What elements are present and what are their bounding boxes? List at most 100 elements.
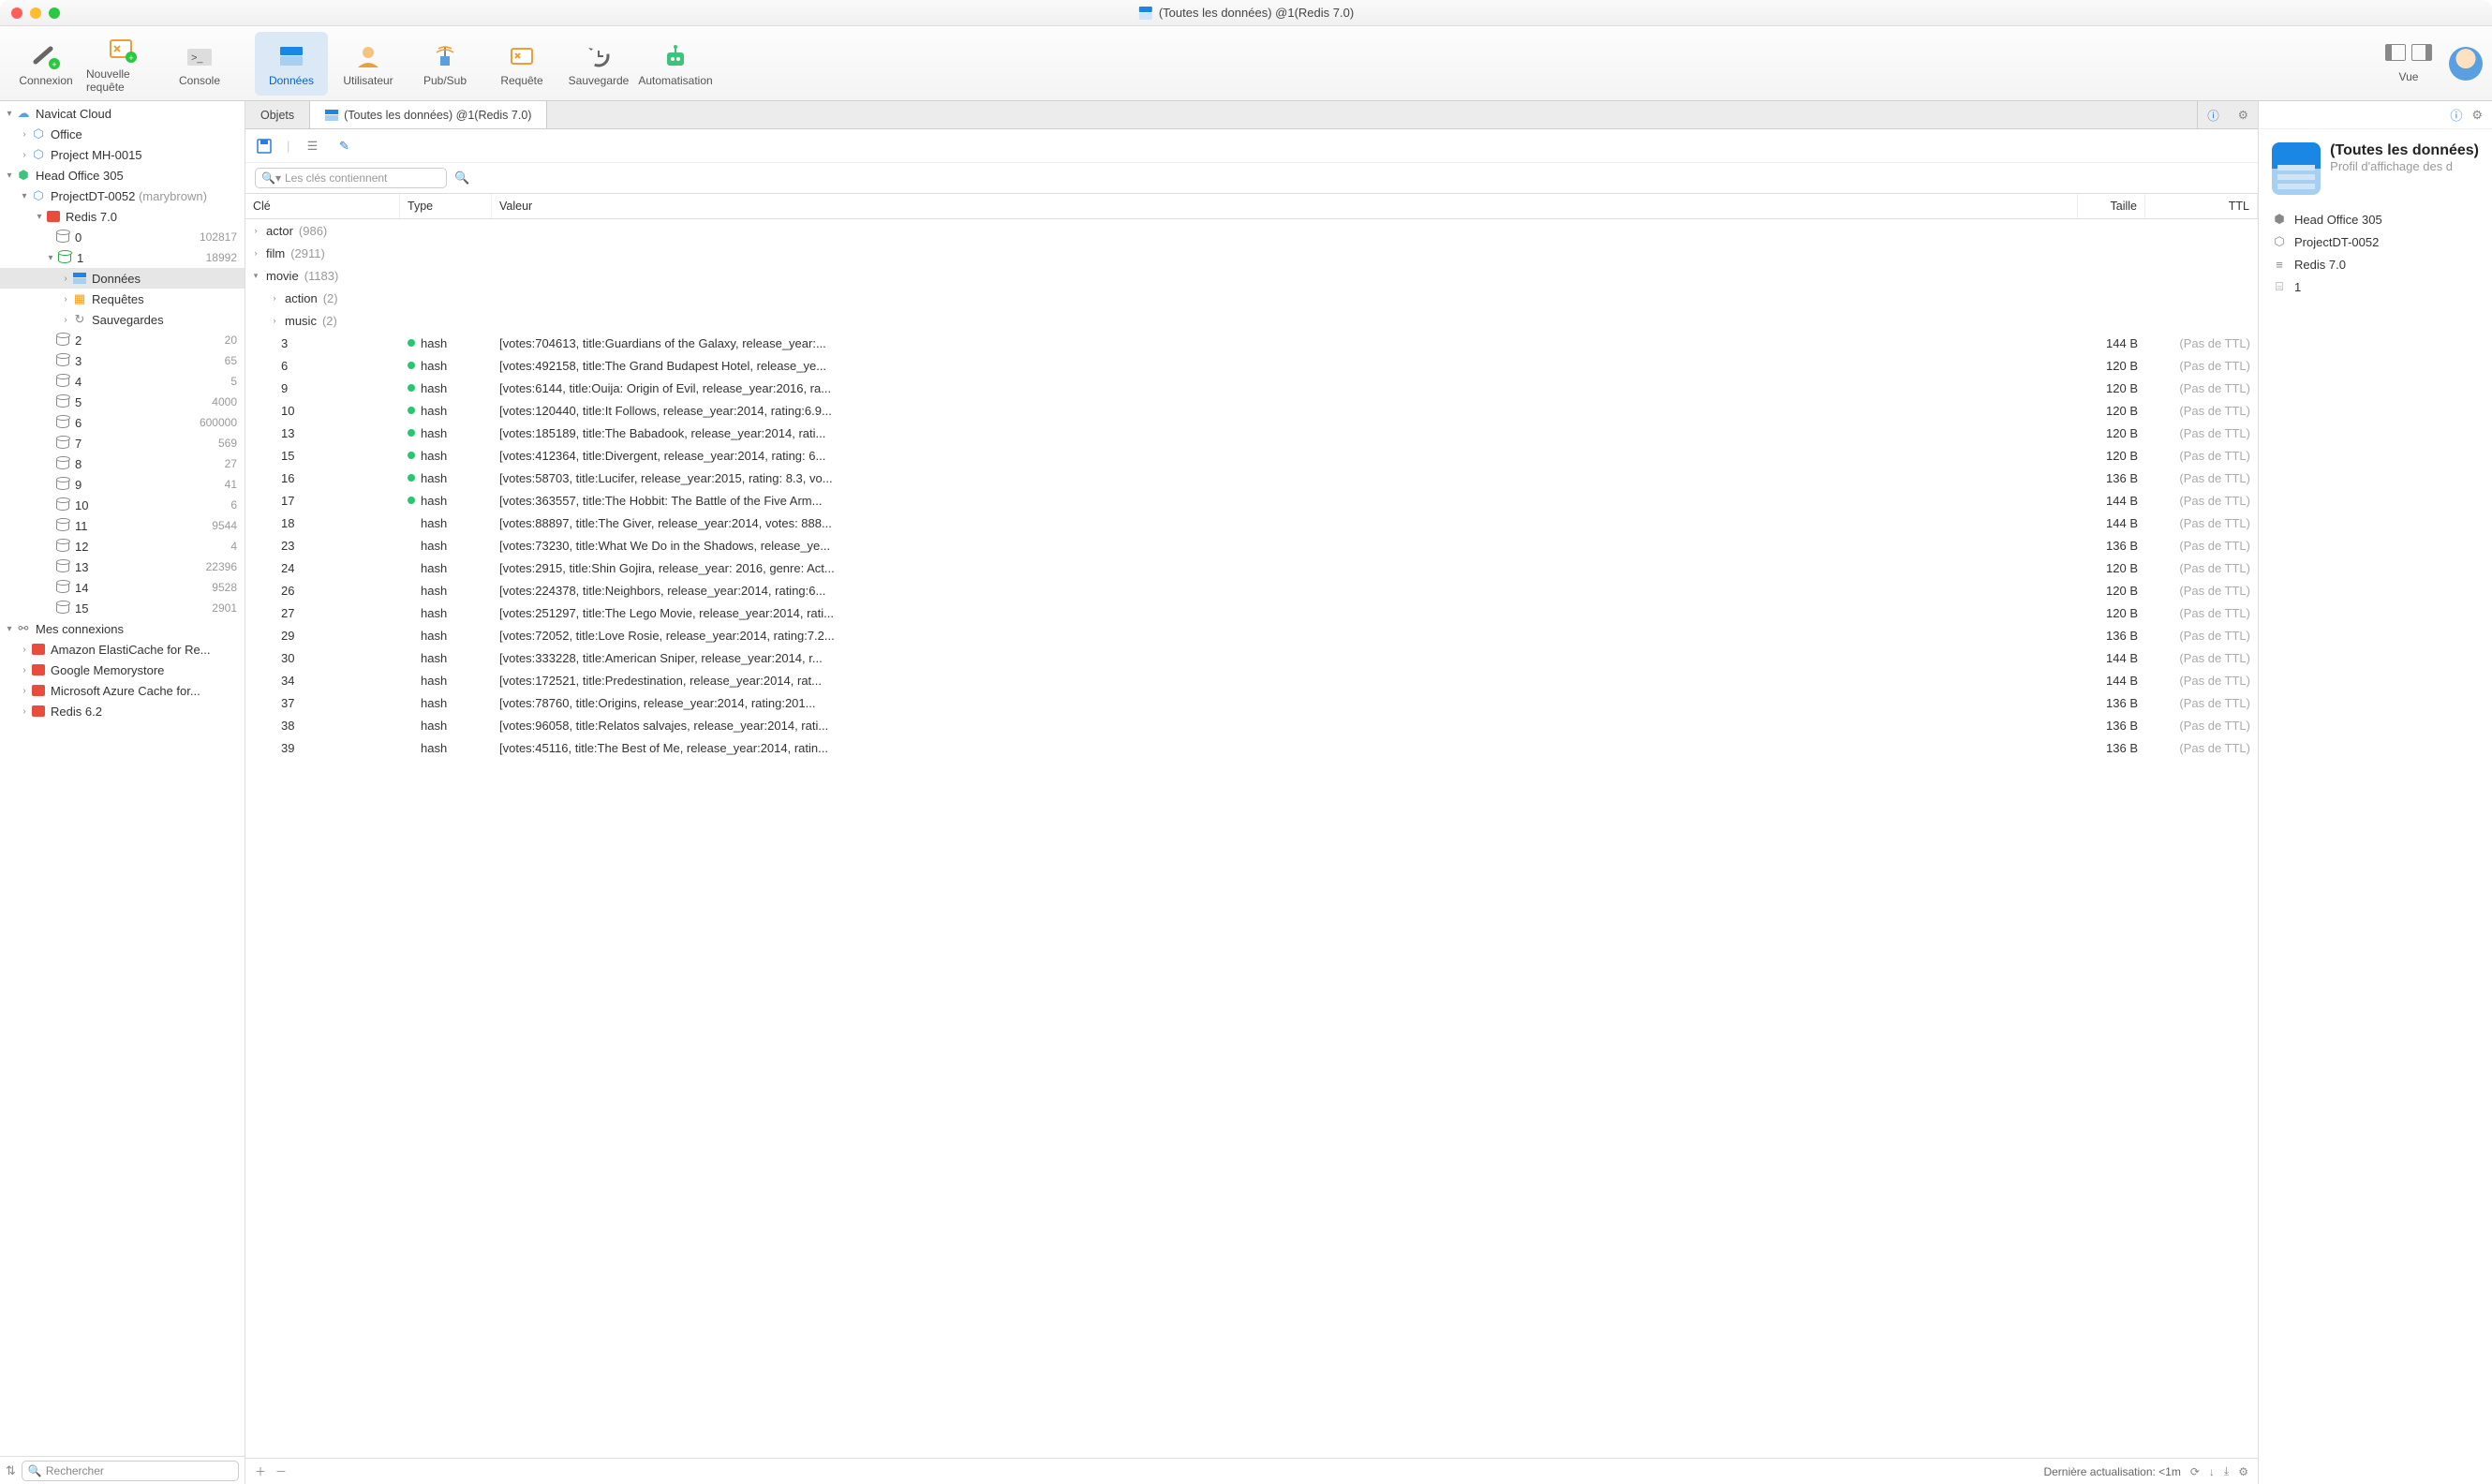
col-key[interactable]: Clé (245, 194, 400, 218)
tab-data[interactable]: (Toutes les données) @1(Redis 7.0) (310, 101, 547, 128)
settings-icon[interactable]: ⚙ (2238, 1465, 2248, 1478)
view-toggle: Vue (2385, 44, 2432, 83)
sidebar-db5[interactable]: 54000 (0, 392, 245, 412)
info-db: ⌸1 (2272, 275, 2479, 298)
table-row[interactable]: 29hash[votes:72052, title:Love Rosie, re… (245, 624, 2258, 646)
col-type[interactable]: Type (400, 194, 492, 218)
table-row[interactable]: 23hash[votes:73230, title:What We Do in … (245, 534, 2258, 556)
query-button[interactable]: Requête (485, 32, 558, 96)
group-movie[interactable]: ▾movie (1183) (245, 264, 2258, 287)
sidebar-db11[interactable]: 119544 (0, 515, 245, 536)
close-window-button[interactable] (11, 7, 22, 19)
sidebar-requetes[interactable]: ›▦Requêtes (0, 289, 245, 309)
sidebar-db15[interactable]: 152901 (0, 598, 245, 618)
add-icon[interactable]: ＋ (255, 1463, 266, 1479)
backup-button[interactable]: Sauvegarde (562, 32, 635, 96)
sidebar-toggle-icon[interactable] (2385, 44, 2406, 61)
window-title-icon (1138, 6, 1153, 21)
table-row[interactable]: 18hash[votes:88897, title:The Giver, rel… (245, 512, 2258, 534)
sidebar-db14[interactable]: 149528 (0, 577, 245, 598)
download-icon[interactable]: ⤓ (2224, 1464, 2229, 1478)
table-row[interactable]: 6hash[votes:492158, title:The Grand Buda… (245, 354, 2258, 377)
table-row[interactable]: 39hash[votes:45116, title:The Best of Me… (245, 736, 2258, 759)
list-icon[interactable]: ☰ (303, 137, 321, 156)
sidebar-navicat-cloud[interactable]: ▾☁Navicat Cloud (0, 103, 245, 124)
sidebar-db4[interactable]: 45 (0, 371, 245, 392)
sidebar-office[interactable]: ›⬡Office (0, 124, 245, 144)
sidebar-db12[interactable]: 124 (0, 536, 245, 556)
sidebar-settings-icon[interactable]: ⇅ (6, 1463, 16, 1478)
infopanel-toggle-icon[interactable] (2411, 44, 2432, 61)
table-row[interactable]: 9hash[votes:6144, title:Ouija: Origin of… (245, 377, 2258, 399)
sidebar-db9[interactable]: 941 (0, 474, 245, 495)
statusbar: ＋－ Dernière actualisation: <1m ⟳ ↓ ⤓ ⚙ (245, 1458, 2258, 1484)
sidebar-conn-google[interactable]: ›Google Memorystore (0, 660, 245, 680)
sidebar-db13[interactable]: 1322396 (0, 556, 245, 577)
group-music[interactable]: ›music (2) (245, 309, 2258, 332)
sidebar-db0[interactable]: 0102817 (0, 227, 245, 247)
sidebar-conn-azure[interactable]: ›Microsoft Azure Cache for... (0, 680, 245, 701)
filter-input[interactable]: 🔍▾Les clés contiennent (255, 168, 447, 188)
sidebar-db6[interactable]: 6600000 (0, 412, 245, 433)
refresh-icon[interactable]: ⟳ (2190, 1465, 2200, 1478)
table-row[interactable]: 27hash[votes:251297, title:The Lego Movi… (245, 601, 2258, 624)
automation-button[interactable]: Automatisation (639, 32, 712, 96)
table-row[interactable]: 37hash[votes:78760, title:Origins, relea… (245, 691, 2258, 714)
sidebar-search-input[interactable]: 🔍Rechercher (22, 1461, 239, 1481)
gear-icon[interactable]: ⚙ (2229, 101, 2258, 128)
group-action[interactable]: ›action (2) (245, 287, 2258, 309)
remove-icon[interactable]: － (275, 1463, 287, 1479)
info-head-office: ⬢Head Office 305 (2272, 208, 2479, 230)
table-row[interactable]: 3hash[votes:704613, title:Guardians of t… (245, 332, 2258, 354)
group-film[interactable]: ›film (2911) (245, 242, 2258, 264)
table-row[interactable]: 16hash[votes:58703, title:Lucifer, relea… (245, 467, 2258, 489)
minimize-window-button[interactable] (30, 7, 41, 19)
table-row[interactable]: 30hash[votes:333228, title:American Snip… (245, 646, 2258, 669)
table-row[interactable]: 24hash[votes:2915, title:Shin Gojira, re… (245, 556, 2258, 579)
col-value[interactable]: Valeur (492, 194, 2078, 218)
sidebar-sauvegardes[interactable]: ›↻Sauvegardes (0, 309, 245, 330)
sidebar-conn-redis62[interactable]: ›Redis 6.2 (0, 701, 245, 721)
edit-icon[interactable]: ✎ (334, 137, 353, 156)
sidebar-projectdt[interactable]: ▾⬡ProjectDT-0052 (marybrown) (0, 186, 245, 206)
sidebar-db8[interactable]: 827 (0, 453, 245, 474)
search-button-icon[interactable]: 🔍 (454, 171, 469, 186)
save-icon[interactable] (255, 137, 274, 156)
table-row[interactable]: 34hash[votes:172521, title:Predestinatio… (245, 669, 2258, 691)
sidebar-head-office[interactable]: ▾⬢Head Office 305 (0, 165, 245, 186)
console-button[interactable]: >_ Console (163, 32, 236, 96)
sidebar-db7[interactable]: 7569 (0, 433, 245, 453)
sidebar-db3[interactable]: 365 (0, 350, 245, 371)
sidebar-db1[interactable]: ▾118992 (0, 247, 245, 268)
sidebar-db10[interactable]: 106 (0, 495, 245, 515)
tab-icon (325, 110, 338, 121)
col-ttl[interactable]: TTL (2145, 194, 2258, 218)
tab-objets[interactable]: Objets (245, 101, 310, 128)
sidebar-project-mh[interactable]: ›⬡Project MH-0015 (0, 144, 245, 165)
table-row[interactable]: 15hash[votes:412364, title:Divergent, re… (245, 444, 2258, 467)
arrow-down-icon[interactable]: ↓ (2209, 1465, 2215, 1478)
user-button[interactable]: Utilisateur (332, 32, 405, 96)
sidebar-donnees[interactable]: ›Données (0, 268, 245, 289)
info-icon[interactable]: ⓘ (2197, 101, 2229, 128)
gear-icon[interactable]: ⚙ (2471, 108, 2483, 123)
table-row[interactable]: 10hash[votes:120440, title:It Follows, r… (245, 399, 2258, 422)
info-icon[interactable]: ⓘ (2450, 106, 2462, 124)
pubsub-button[interactable]: Pub/Sub (408, 32, 482, 96)
sidebar-db2[interactable]: 220 (0, 330, 245, 350)
table-row[interactable]: 38hash[votes:96058, title:Relatos salvaj… (245, 714, 2258, 736)
new-query-button[interactable]: + Nouvelle requête (86, 32, 159, 96)
table-row[interactable]: 13hash[votes:185189, title:The Babadook,… (245, 422, 2258, 444)
data-button[interactable]: Données (255, 32, 328, 96)
col-taille[interactable]: Taille (2078, 194, 2145, 218)
sidebar-conn-amazon[interactable]: ›Amazon ElastiCache for Re... (0, 639, 245, 660)
user-avatar[interactable] (2449, 47, 2483, 81)
group-actor[interactable]: ›actor (986) (245, 219, 2258, 242)
sidebar-mes-connexions[interactable]: ▾⚯Mes connexions (0, 618, 245, 639)
connection-button[interactable]: + Connexion (9, 32, 82, 96)
table-row[interactable]: 17hash[votes:363557, title:The Hobbit: T… (245, 489, 2258, 512)
table-row[interactable]: 26hash[votes:224378, title:Neighbors, re… (245, 579, 2258, 601)
zoom-window-button[interactable] (49, 7, 60, 19)
sidebar-redis70[interactable]: ▾Redis 7.0 (0, 206, 245, 227)
table-header: Clé Type Valeur Taille TTL (245, 193, 2258, 219)
